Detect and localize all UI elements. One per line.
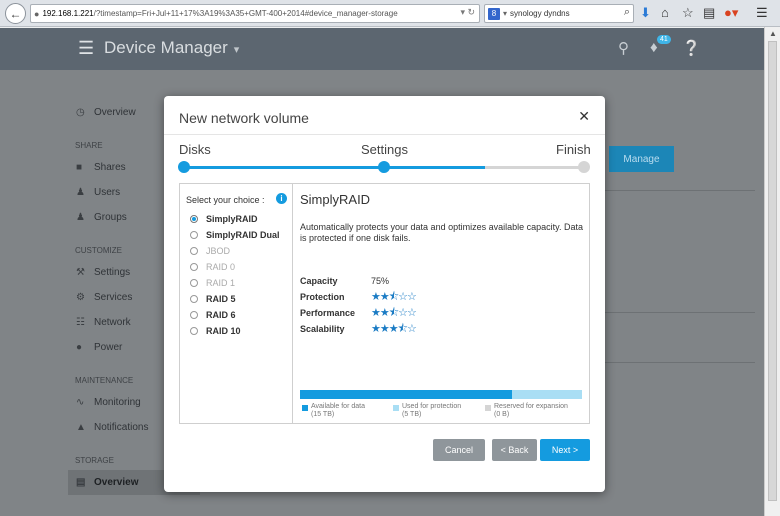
legend-swatch [393,405,399,411]
next-button[interactable]: Next > [540,439,590,461]
scrollbar-thumb[interactable] [768,41,777,501]
raid-detail-title: SimplyRAID [300,192,371,207]
gear-icon: ⚙ [76,292,85,303]
reload-icon[interactable]: ▾ ↻ [460,7,475,18]
radio-button [190,247,198,255]
raid-choice-list: Select your choice : i SimplyRAID SimplyR… [180,184,293,423]
radio-button[interactable] [190,231,198,239]
home-icon[interactable]: ⌂ [661,5,669,21]
raid-option[interactable]: RAID 10 [190,323,280,339]
divider [605,312,755,313]
radio-button [190,263,198,271]
radio-button[interactable] [190,215,198,223]
legend-reserved: Reserved for expansion (0 B) [485,403,568,419]
download-icon[interactable]: ⬇ [640,5,651,21]
raid-option: RAID 0 [190,259,280,275]
hamburger-menu-icon[interactable]: ☰ [756,5,768,21]
close-icon[interactable]: ✕ [578,108,590,125]
clipboard-icon[interactable]: ▤ [703,5,715,21]
raid-option: RAID 1 [190,275,280,291]
step-dot-settings [378,161,390,173]
search-bar[interactable]: 8 ▾ synology dyndns ⌕ [484,4,634,23]
raid-option-label: SimplyRAID Dual [206,230,280,240]
raid-option[interactable]: SimplyRAID [190,211,280,227]
radio-button[interactable] [190,311,198,319]
page-scrollbar[interactable]: ▲ [764,27,780,516]
legend-available: Available for data (15 TB) [302,403,365,419]
radio-button [190,279,198,287]
bell-icon: ▲ [76,422,86,433]
chevron-down-icon: ▾ [233,44,240,56]
divider [605,362,755,363]
raid-stats: Capacity 75% Protection ★★⯪☆☆ Performance ★… [300,273,417,337]
new-volume-dialog: New network volume ✕ Disks Settings Fini… [164,96,605,492]
raid-option-label: RAID 1 [206,278,236,288]
manage-button[interactable]: Manage [609,146,674,172]
raid-option-label: JBOD [206,246,231,256]
scroll-up-icon[interactable]: ▲ [769,29,777,38]
raid-option: JBOD [190,243,280,259]
clock-icon: ◷ [76,107,85,118]
radio-button[interactable] [190,327,198,335]
capacity-bar-used [300,390,512,399]
browser-toolbar: ← ● 192.168.1.221 /?timestamp=Fri+Jul+11… [0,0,780,27]
search-icon[interactable]: ⌕ [624,6,630,19]
help-icon[interactable]: ❔ [682,39,701,57]
raid-options: SimplyRAID SimplyRAID Dual JBOD RAID 0 RAID … [190,211,280,339]
dialog-title: New network volume [179,110,309,126]
pulse-icon: ∿ [76,397,85,408]
search-engine-icon[interactable]: 8 [488,7,500,20]
raid-option[interactable]: SimplyRAID Dual [190,227,280,243]
raid-description: Automatically protects your data and opt… [300,222,583,243]
users-icon: ♟ [76,212,85,223]
raid-option-label: RAID 6 [206,310,236,320]
network-icon: ☷ [76,317,85,328]
app-header: ☰ Device Manager ▾ ⚲ ♦ 41 ❔ [0,28,764,70]
url-path: /?timestamp=Fri+Jul+11+17%3A19%3A35+GMT-… [93,9,398,18]
user-icon: ♟ [76,187,85,198]
raid-option-label: RAID 5 [206,294,236,304]
back-arrow-icon[interactable]: ← [5,3,26,24]
url-host: 192.168.1.221 [42,9,94,18]
radio-button[interactable] [190,295,198,303]
notification-badge: 41 [657,35,671,44]
back-button[interactable]: < Back [492,439,537,461]
cancel-button[interactable]: Cancel [433,439,485,461]
legend-swatch [302,405,308,411]
info-icon[interactable]: i [276,193,287,204]
search-text: synology dyndns [510,9,570,18]
divider [605,190,755,191]
scalability-rating-stars: ★★★⯪☆ [371,322,417,335]
globe-icon: ● [34,8,40,19]
step-dot-finish [578,161,590,173]
raid-option[interactable]: RAID 5 [190,291,280,307]
raid-option[interactable]: RAID 6 [190,307,280,323]
step-disks: Disks [179,142,211,157]
address-bar[interactable]: ● 192.168.1.221 /?timestamp=Fri+Jul+11+1… [30,4,480,23]
divider [164,134,605,135]
step-settings: Settings [361,142,408,157]
page-title[interactable]: Device Manager ▾ [104,38,239,58]
search-icon[interactable]: ⚲ [618,39,629,57]
raid-option-label: SimplyRAID [206,214,258,224]
raid-option-label: RAID 10 [206,326,241,336]
step-dot-disks [178,161,190,173]
legend-swatch [485,405,491,411]
stat-scalability: Scalability ★★★⯪☆ [300,321,417,337]
legend-protection: Used for protection (5 TB) [393,403,461,419]
choice-label: Select your choice : [186,195,265,205]
menu-icon[interactable]: ☰ [78,38,94,59]
lightbulb-icon: ● [76,342,83,353]
raid-option-label: RAID 0 [206,262,236,272]
addon-icon[interactable]: ●▾ [724,5,738,21]
step-finish: Finish [556,142,591,157]
bookmark-star-icon[interactable]: ☆ [682,5,694,21]
drive-icon: ▤ [76,477,86,488]
wizard-progress-fill [182,166,485,169]
wrench-icon: ⚒ [76,267,85,278]
folder-icon: ■ [76,162,83,173]
capacity-bar [300,390,582,399]
raid-panel: Select your choice : i SimplyRAID SimplyR… [179,183,590,424]
raid-detail: SimplyRAID Automatically protects your d… [300,184,589,423]
